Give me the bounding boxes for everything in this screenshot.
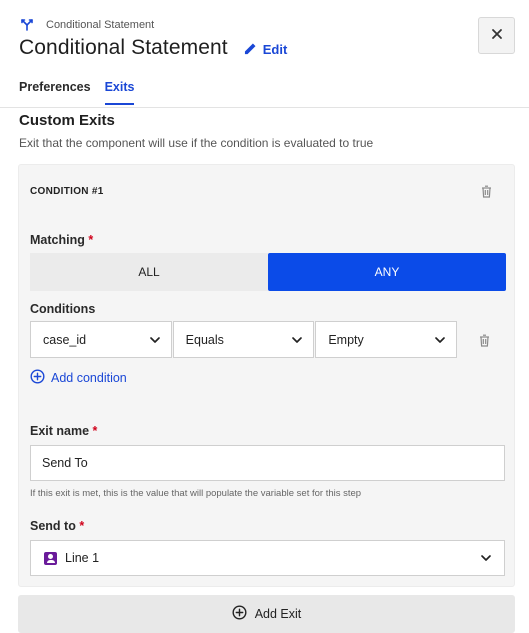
condition-card: CONDITION #1 Matching * ALL ANY Conditio… [18, 164, 515, 587]
exit-name-label: Exit name * [30, 424, 97, 438]
title-row: Conditional Statement Edit [19, 36, 287, 60]
exit-name-help: If this exit is met, this is the value t… [30, 488, 362, 499]
exit-name-label-text: Exit name [30, 424, 90, 438]
contact-icon [44, 551, 57, 565]
send-to-select[interactable]: Line 1 [30, 540, 505, 576]
matching-all-option[interactable]: ALL [30, 253, 268, 291]
add-exit-button[interactable]: Add Exit [18, 595, 515, 633]
close-icon [491, 27, 503, 45]
breadcrumb: Conditional Statement [20, 18, 154, 32]
plus-circle-icon [30, 369, 45, 387]
edit-label: Edit [262, 42, 288, 57]
condition-heading: CONDITION #1 [30, 186, 104, 197]
page-title: Conditional Statement [19, 36, 228, 59]
section-description: Exit that the component will use if the … [19, 136, 374, 150]
add-exit-label: Add Exit [254, 607, 302, 621]
tab-exits[interactable]: Exits [104, 80, 135, 105]
trash-icon [479, 334, 490, 352]
edit-button[interactable]: Edit [244, 39, 288, 58]
delete-condition-button[interactable] [481, 185, 492, 203]
pencil-icon [244, 42, 257, 58]
chevron-down-icon [434, 334, 446, 349]
chevron-down-icon [480, 552, 492, 567]
matching-any-option[interactable]: ANY [268, 253, 506, 291]
condition-operator-select[interactable]: Equals [172, 321, 315, 358]
matching-label-text: Matching [30, 233, 85, 247]
chevron-down-icon [291, 334, 303, 349]
tab-bar: Preferences Exits [19, 80, 135, 105]
condition-field-value: case_id [43, 332, 87, 347]
tab-preferences[interactable]: Preferences [19, 80, 91, 105]
send-to-value: Line 1 [65, 551, 100, 565]
breadcrumb-label: Conditional Statement [46, 19, 155, 31]
required-mark: * [92, 424, 98, 438]
condition-operator-value: Equals [185, 332, 224, 347]
close-button[interactable] [478, 17, 515, 54]
add-condition-label: Add condition [51, 371, 127, 385]
condition-row: case_id Equals Empty [30, 321, 458, 359]
matching-toggle: ALL ANY [30, 253, 506, 291]
trash-icon [481, 185, 492, 203]
matching-label: Matching * [30, 233, 93, 247]
branch-icon [20, 18, 34, 32]
condition-value-value: Empty [328, 332, 364, 347]
exit-name-value: Send To [42, 456, 88, 470]
section-title: Custom Exits [19, 112, 115, 129]
condition-value-select[interactable]: Empty [315, 321, 458, 358]
panel-header: Conditional Statement Conditional Statem… [0, 0, 529, 108]
send-to-label: Send to * [30, 519, 84, 533]
conditions-label: Conditions [30, 302, 96, 316]
delete-condition-row-button[interactable] [479, 334, 490, 352]
exit-name-input[interactable]: Send To [30, 445, 505, 481]
condition-field-select[interactable]: case_id [30, 321, 172, 358]
send-to-label-text: Send to [30, 519, 76, 533]
chevron-down-icon [149, 334, 161, 349]
required-mark: * [79, 519, 85, 533]
required-mark: * [88, 233, 94, 247]
add-condition-button[interactable]: Add condition [30, 369, 127, 387]
plus-circle-icon [232, 605, 247, 623]
